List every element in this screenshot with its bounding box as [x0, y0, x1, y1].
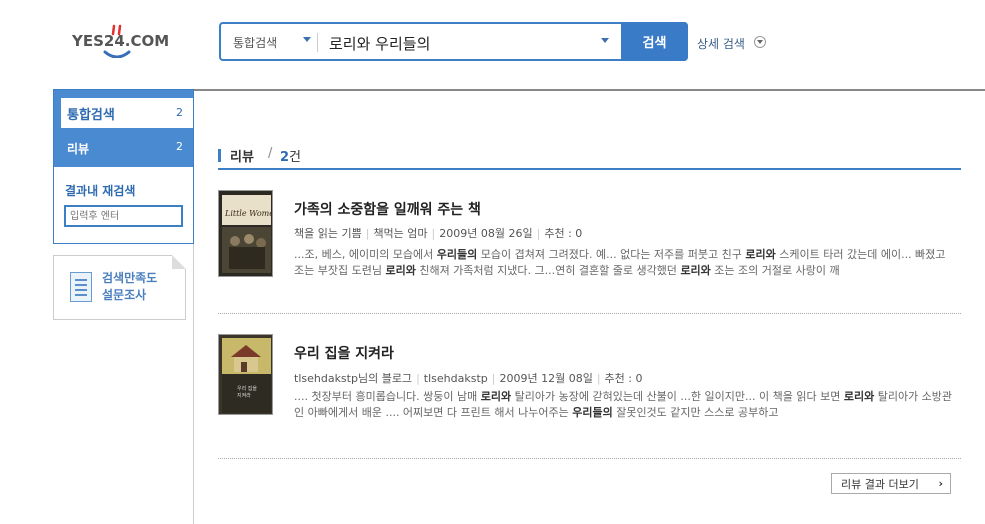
result-divider [218, 313, 961, 314]
result-title-link[interactable]: 가족의 소중함을 일깨워 주는 책 [294, 199, 481, 219]
page-fold-corner [172, 255, 186, 269]
book-cover-thumbnail[interactable]: 우리 집을 지켜라 [218, 334, 273, 415]
svg-text:우리 집을: 우리 집을 [237, 385, 257, 392]
section-separator: / [268, 146, 273, 161]
yes24-logo[interactable]: YES24.COM [72, 22, 182, 62]
blog-name-link[interactable]: 책을 읽는 기쁨 [294, 227, 362, 240]
sidebar-item-label: 통합검색 [67, 108, 115, 123]
result-meta: tlsehdakstp님의 블로그 | tlsehdakstp | 2009년 12월 … [294, 372, 643, 385]
result-snippet: .... 첫장부터 흥미롭습니다. 쌍둥이 남매 로리와 탈리아가 농장에 갇혀… [294, 390, 953, 419]
author-link[interactable]: 책먹는 엄마 [373, 227, 427, 240]
search-button[interactable]: 검색 [621, 22, 688, 61]
chevron-right-icon: › [938, 477, 943, 490]
sidebar-item-all-tab[interactable]: 통합검색 2 [54, 90, 193, 128]
advanced-search-link[interactable]: 상세 검색 [697, 35, 745, 52]
result-title-link[interactable]: 우리 집을 지켜라 [294, 343, 394, 363]
scope-dropdown-arrow-icon[interactable] [303, 37, 311, 42]
survey-label: 검색만족도 설문조사 [102, 270, 157, 304]
smile-icon [103, 24, 131, 58]
survey-banner[interactable]: 검색만족도 설문조사 [53, 255, 186, 320]
search-scope-select[interactable]: 통합검색 [233, 34, 277, 51]
recommend-count: 추천 : 0 [544, 227, 583, 240]
result-count: 2건 [280, 146, 301, 165]
refine-search-title: 결과내 재검색 [65, 184, 136, 198]
svg-text:Little Women: Little Women [224, 209, 273, 218]
book-cover-thumbnail[interactable]: Little Women [218, 190, 273, 277]
survey-line-2: 설문조사 [102, 288, 147, 302]
result-divider [218, 458, 961, 459]
refine-search-input[interactable] [64, 205, 183, 227]
sidebar-item-review[interactable]: 리뷰 2 [54, 128, 193, 167]
section-title: 리뷰 [230, 150, 254, 165]
svg-text:지켜라: 지켜라 [237, 392, 251, 399]
search-input[interactable] [329, 32, 599, 54]
sidebar-nav: 통합검색 2 리뷰 2 결과내 재검색 [53, 89, 194, 244]
more-reviews-label: 리뷰 결과 더보기 [841, 477, 919, 491]
advanced-search-toggle-icon[interactable] [754, 36, 766, 48]
more-reviews-button[interactable]: 리뷰 결과 더보기 › [831, 473, 951, 494]
blog-name-link[interactable]: tlsehdakstp님의 블로그 [294, 372, 412, 385]
author-link[interactable]: tlsehdakstp [424, 372, 488, 385]
section-header: 리뷰 / 2건 [218, 146, 961, 170]
result-count-number: 2 [280, 150, 290, 165]
survey-line-1: 검색만족도 [102, 271, 158, 285]
divider [317, 33, 318, 52]
result-snippet: ...조, 베스, 에이미의 모습에서 우리들의 모습이 겹쳐져 그려졌다. 예… [294, 248, 946, 277]
sidebar-item-label: 리뷰 [67, 142, 90, 156]
search-bar: 통합검색 검색 [219, 22, 688, 61]
header-divider [193, 89, 985, 91]
book-cover-image: 우리 집을 지켜라 [219, 335, 272, 414]
autocomplete-arrow-icon[interactable] [601, 38, 609, 43]
section-bar-marker [218, 149, 221, 162]
sidebar-item-count: 2 [176, 106, 183, 119]
post-date: 2009년 08월 26일 [439, 227, 533, 240]
post-date: 2009년 12월 08일 [499, 372, 593, 385]
book-cover-image: Little Women [219, 191, 273, 276]
result-meta: 책을 읽는 기쁨 | 책먹는 엄마 | 2009년 08월 26일 | 추천 : 0 [294, 227, 583, 240]
recommend-count: 추천 : 0 [604, 372, 643, 385]
document-list-icon [70, 272, 92, 302]
result-count-unit: 건 [289, 150, 302, 165]
sidebar-item-all[interactable]: 통합검색 2 [61, 98, 193, 128]
sidebar-item-count: 2 [176, 140, 183, 153]
